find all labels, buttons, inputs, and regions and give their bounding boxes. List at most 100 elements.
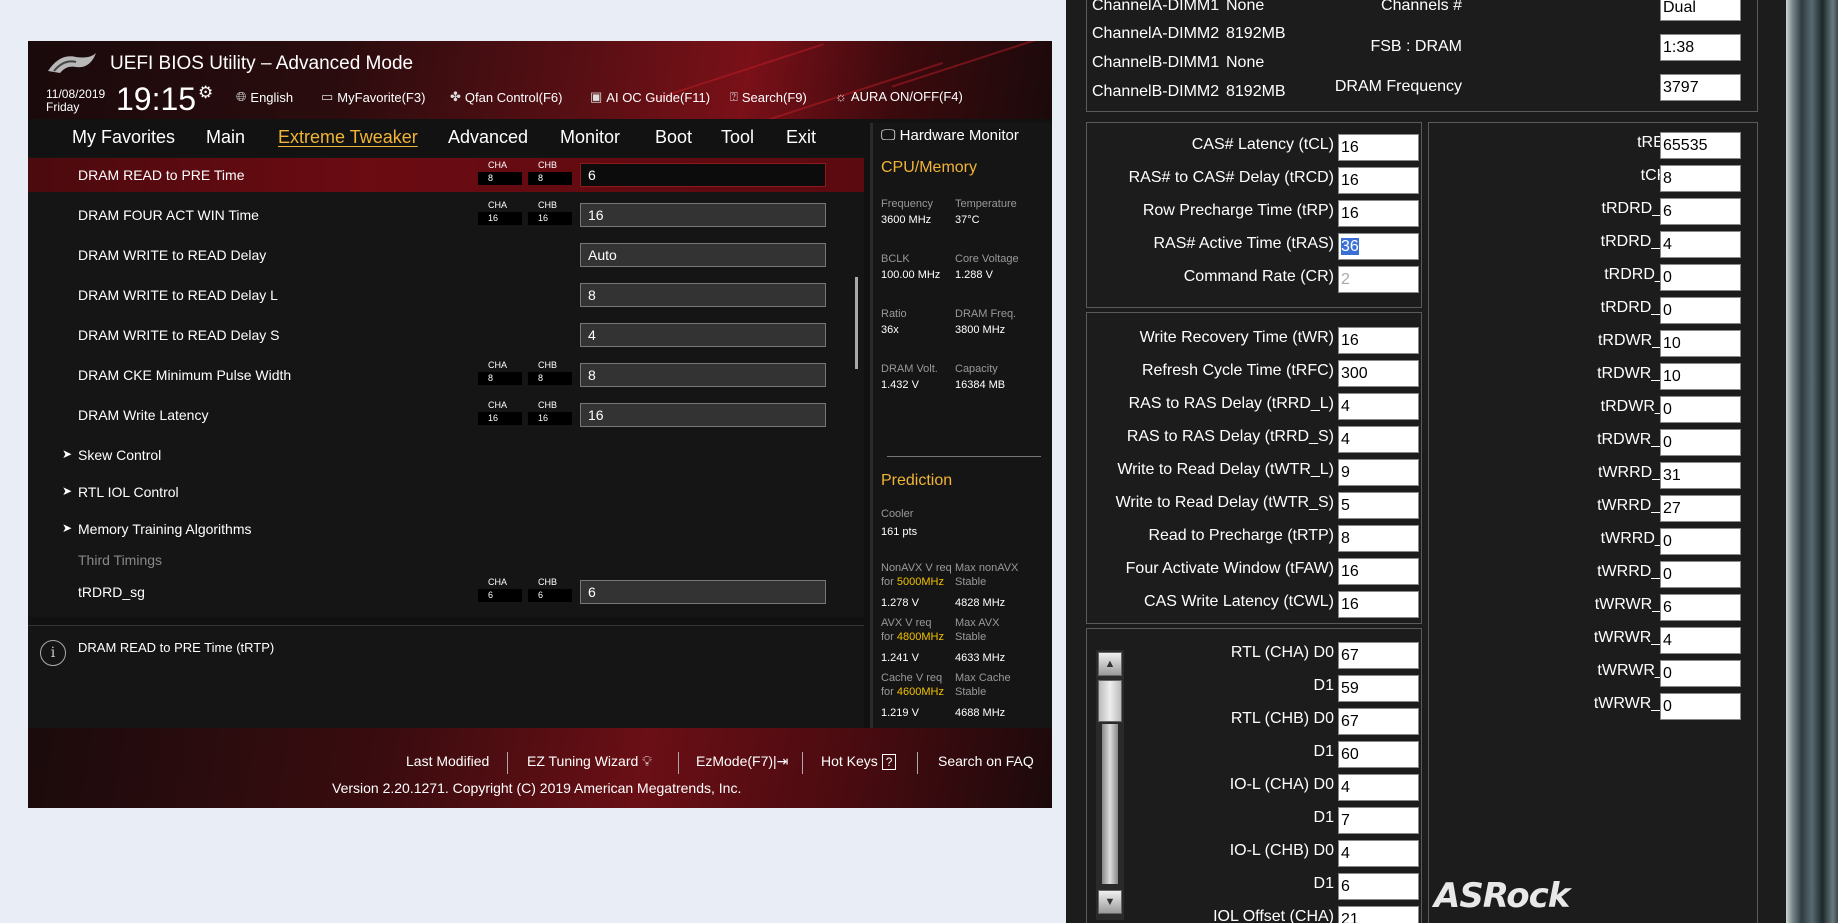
secondary-timing-input[interactable]: 300 [1338,360,1419,387]
tertiary-timing-input[interactable]: 0 [1660,693,1741,720]
submenu-memory-training[interactable]: ➤ Memory Training Algorithms [28,512,864,546]
dimm-size: None [1226,0,1265,14]
chb-value: 8 [528,172,572,185]
secondary-timing-input[interactable]: 9 [1338,459,1419,486]
value-input[interactable]: 6 [580,163,826,187]
value-select[interactable]: Auto [580,243,826,267]
ai-oc-guide-button[interactable]: ▣ AI OC Guide(F11) [590,89,710,105]
value-input[interactable]: 8 [580,283,826,307]
tertiary-timing-input[interactable]: 27 [1660,495,1741,522]
submenu-skew-control[interactable]: ➤ Skew Control [28,438,864,472]
fsb-dram-value: 1:38 [1660,34,1741,61]
secondary-timing-label: Refresh Cycle Time (tRFC) [1141,362,1334,379]
setting-row-dram-read-to-pre[interactable]: DRAM READ to PRE Time CHA 8 CHB 8 6 [28,158,864,192]
scroll-down-icon[interactable]: ▼ [1098,890,1122,914]
scroll-up-icon[interactable]: ▲ [1098,652,1122,676]
rtl-scrollbar[interactable]: ▲ ▼ [1096,650,1124,920]
secondary-timing-input[interactable]: 16 [1338,327,1419,354]
secondary-timing-input[interactable]: 8 [1338,525,1419,552]
secondary-timing-input[interactable]: 16 [1338,591,1419,618]
rtl-timing-input[interactable]: 4 [1338,840,1419,867]
aura-button[interactable]: ☼ AURA ON/OFF(F4) [835,89,963,104]
search-button[interactable]: ⍰ Search(F9) [730,89,807,105]
scroll-track[interactable] [1102,724,1118,884]
hot-keys-button[interactable]: Hot Keys ? [821,753,897,770]
tab-boot[interactable]: Boot [655,127,692,148]
tertiary-timing-input[interactable]: 0 [1660,660,1741,687]
setting-label: DRAM READ to PRE Time [78,167,245,183]
max-avx-label: Max AVX Stable [955,616,999,644]
rtl-timing-input[interactable]: 6 [1338,873,1419,900]
scrollbar[interactable] [855,277,858,369]
setting-row-dram-write-to-read-delay[interactable]: DRAM WRITE to READ Delay Auto [28,238,864,272]
tab-advanced[interactable]: Advanced [448,127,528,148]
tertiary-timing-input[interactable]: 0 [1660,264,1741,291]
rtl-timing-input[interactable]: 7 [1338,807,1419,834]
tertiary-timing-input[interactable]: 0 [1660,429,1741,456]
value-input[interactable]: 16 [580,403,826,427]
tertiary-timing-input[interactable]: 0 [1660,528,1741,555]
tertiary-timing-input[interactable]: 0 [1660,561,1741,588]
rtl-timing-input[interactable]: 4 [1338,774,1419,801]
tab-tool[interactable]: Tool [721,127,754,148]
cha-label: CHA [488,360,508,370]
tab-exit[interactable]: Exit [786,127,816,148]
rtl-timing-input[interactable]: 59 [1338,675,1419,702]
primary-timing-input[interactable]: 2 [1338,266,1419,293]
tertiary-timing-input[interactable]: 65535 [1660,132,1741,159]
primary-timing-input[interactable]: 16 [1338,200,1419,227]
rtl-timing-input[interactable]: 67 [1338,708,1419,735]
rtl-timing-input[interactable]: 21 [1338,906,1419,923]
last-modified-button[interactable]: Last Modified [406,753,489,769]
secondary-timing-input[interactable]: 16 [1338,558,1419,585]
tertiary-timing-input[interactable]: 8 [1660,165,1741,192]
gear-icon[interactable]: ⚙ [198,83,213,103]
secondary-timing-input[interactable]: 5 [1338,492,1419,519]
scroll-thumb[interactable] [1098,680,1122,722]
tertiary-timing-input[interactable]: 0 [1660,396,1741,423]
primary-timing-input[interactable]: 16 [1338,134,1419,161]
tertiary-timing-input[interactable]: 6 [1660,198,1741,225]
language-button[interactable]: 🌐︎ English [236,89,293,105]
tab-main[interactable]: Main [206,127,245,148]
secondary-timing-input[interactable]: 4 [1338,426,1419,453]
value-input[interactable]: 4 [580,323,826,347]
rtl-timing-input[interactable]: 67 [1338,642,1419,669]
setting-row-dram-write-to-read-delay-l[interactable]: DRAM WRITE to READ Delay L 8 [28,278,864,312]
max-nonavx-label-1: Max nonAVX [955,562,1019,574]
tertiary-timing-input[interactable]: 0 [1660,297,1741,324]
primary-timing-input[interactable]: 16 [1338,167,1419,194]
setting-row-dram-write-to-read-delay-s[interactable]: DRAM WRITE to READ Delay S 4 [28,318,864,352]
tertiary-timing-input[interactable]: 4 [1660,627,1741,654]
ez-tuning-wizard-button[interactable]: EZ Tuning Wizard 💡︎ [527,753,652,770]
rtl-timing-label: D1 [1313,809,1334,826]
ezmode-button[interactable]: EzMode(F7)|⇥ [696,753,788,770]
myfavorite-button[interactable]: ▭ MyFavorite(F3) [321,89,425,105]
submenu-rtl-iol-control[interactable]: ➤ RTL IOL Control [28,475,864,509]
tertiary-timing-input[interactable]: 10 [1660,330,1741,357]
primary-timing-input[interactable]: 36 [1338,233,1419,260]
setting-row-dram-four-act-win[interactable]: DRAM FOUR ACT WIN Time CHA 16 CHB 16 16 [28,198,864,232]
value-input[interactable]: 8 [580,363,826,387]
setting-row-dram-cke-min-pulse[interactable]: DRAM CKE Minimum Pulse Width CHA 8 CHB 8 8 [28,358,864,392]
max-nonavx-value: 4828 MHz [955,597,1006,609]
value-input[interactable]: 16 [580,203,826,227]
tertiary-timing-input[interactable]: 6 [1660,594,1741,621]
divider [887,456,1041,457]
tab-my-favorites[interactable]: My Favorites [72,127,175,148]
search-faq-button[interactable]: Search on FAQ [938,753,1034,769]
value-input[interactable]: 6 [580,580,826,604]
rtl-timing-input[interactable]: 60 [1338,741,1419,768]
chb-value: 6 [528,589,572,602]
setting-row-dram-write-latency[interactable]: DRAM Write Latency CHA 16 CHB 16 16 [28,398,864,432]
secondary-timing-input[interactable]: 4 [1338,393,1419,420]
tertiary-timing-input[interactable]: 10 [1660,363,1741,390]
tertiary-timing-input[interactable]: 31 [1660,462,1741,489]
tertiary-timing-input[interactable]: 4 [1660,231,1741,258]
tab-monitor[interactable]: Monitor [560,127,620,148]
chb-label: CHB [538,200,558,210]
setting-row-trdrd-sg[interactable]: tRDRD_sg CHA 6 CHB 6 6 [28,575,864,609]
setting-label: tRDRD_sg [78,584,145,600]
tab-extreme-tweaker[interactable]: Extreme Tweaker [278,127,418,148]
qfan-button[interactable]: ✤ Qfan Control(F6) [450,89,562,105]
